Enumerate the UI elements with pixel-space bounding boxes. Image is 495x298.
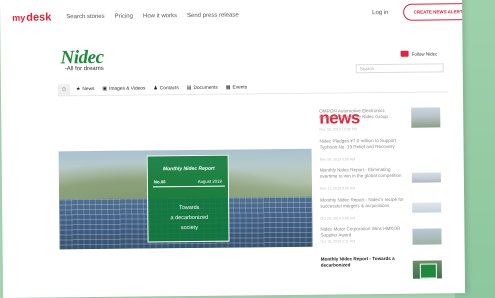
document-icon: ▤: [186, 84, 192, 92]
news-thumbnail: [411, 172, 441, 183]
star-icon: ★: [75, 86, 81, 93]
report-title: Monthly Nidec Report: [162, 165, 215, 173]
tab-images-videos[interactable]: ▣ Images & Videos: [102, 85, 146, 92]
news-list: OMRON Automotive Electronics Becomes Par…: [319, 107, 447, 285]
news-title: Monthly Nidec Report - Nidec's recipe fo…: [320, 196, 404, 209]
news-title: Monthly Nidec Report - Towards a decarbo…: [320, 255, 395, 268]
browser-screen: my news desk Search stories Pricing How …: [0, 0, 466, 298]
report-date: August 2019: [197, 178, 222, 184]
list-item[interactable]: Monthly Nidec Report - Eliminating overt…: [320, 166, 446, 194]
news-title: OMRON Automotive Electronics Becomes Par…: [319, 107, 388, 120]
tab-images-videos-label: Images & Videos: [109, 85, 146, 92]
tab-contacts[interactable]: ♟ Contacts: [153, 85, 178, 91]
news-title: Nidec Motor Corporation Wins HMKOR Suppl…: [320, 225, 401, 238]
calendar-icon: ▦: [225, 84, 231, 91]
main-nav: Search stories Pricing How it works Send…: [66, 13, 238, 21]
tab-contacts-label: Contacts: [159, 85, 179, 91]
news-title: Monthly Nidec Report - Eliminating overt…: [319, 166, 402, 179]
nav-send-press-release[interactable]: Send press release: [187, 13, 239, 20]
news-title: Nidec Pledges ¥7.0 million to Support Ty…: [319, 137, 397, 150]
news-date: Oct 10, 2019 1:11 PM: [320, 239, 356, 244]
tab-documents-label: Documents: [193, 85, 218, 91]
news-thumbnail: [412, 259, 442, 279]
login-link[interactable]: Log in: [372, 10, 388, 16]
list-item[interactable]: Monthly Nidec Report - Nidec's recipe fo…: [320, 196, 446, 224]
news-date: Nov 30, 2019 12:00 PM: [319, 127, 358, 132]
news-thumbnail: [412, 228, 442, 245]
news-thumbnail: [412, 201, 442, 213]
tab-news[interactable]: ★ News: [76, 86, 95, 92]
tab-documents[interactable]: ▤ Documents: [187, 85, 218, 91]
report-number: No.06: [153, 179, 166, 185]
report-divider: [152, 185, 225, 188]
mynewsdesk-logo[interactable]: my news desk: [12, 11, 360, 127]
newsroom-search-input[interactable]: Search: [355, 63, 444, 74]
hero-image[interactable]: Monthly Nidec Report No.06 August 2019 T…: [58, 148, 313, 250]
list-item[interactable]: Monthly Nidec Report - Towards a decarbo…: [321, 255, 447, 283]
news-date: Oct 29, 2019 9:00 AM: [320, 215, 356, 221]
report-overlay: Monthly Nidec Report No.06 August 2019 T…: [146, 154, 230, 243]
news-date: Nov 26, 2019 3:00 AM: [319, 156, 356, 162]
follow-label: Follow Nidec: [411, 50, 438, 57]
camera-icon: ▣: [102, 85, 108, 92]
report-text-line: society: [180, 224, 198, 232]
tab-events-label: Events: [232, 84, 248, 91]
brand-tagline: -All for dreams: [64, 65, 104, 73]
person-icon: ♟: [153, 85, 158, 92]
news-thumbnail: [411, 107, 441, 128]
create-news-alert-button[interactable]: CREATE NEWS ALERT: [403, 3, 466, 21]
newsroom-subnav: ⌂ ★ News ▣ Images & Videos ♟ Contacts ▤ …: [57, 79, 448, 97]
nav-pricing[interactable]: Pricing: [115, 14, 133, 20]
logo-desk: desk: [26, 11, 52, 24]
nav-how-it-works[interactable]: How it works: [143, 13, 177, 19]
list-item[interactable]: Nidec Motor Corporation Wins HMKOR Suppl…: [320, 225, 446, 253]
list-item[interactable]: Nidec Pledges ¥7.0 million to Support Ty…: [319, 137, 445, 165]
top-navigation: my news desk Search stories Pricing How …: [0, 0, 462, 127]
logo-my: my: [12, 12, 26, 23]
nav-search-stories[interactable]: Search stories: [66, 14, 104, 20]
news-date: Nov 11, 2019 9:00 AM: [319, 186, 356, 191]
tab-events[interactable]: ▦ Events: [225, 84, 248, 91]
follow-button[interactable]: Follow Nidec: [400, 50, 438, 57]
report-text: Towards a decarbonized society: [148, 203, 230, 234]
list-item[interactable]: OMRON Automotive Electronics Becomes Par…: [319, 107, 445, 135]
tab-news-label: News: [82, 86, 95, 92]
home-icon[interactable]: ⌂: [57, 83, 70, 95]
follow-icon: [400, 50, 409, 57]
